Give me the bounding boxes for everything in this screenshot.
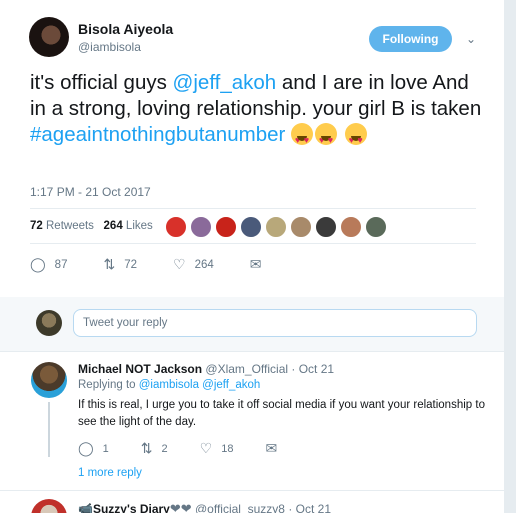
divider xyxy=(30,243,476,244)
author-handle[interactable]: @iambisola xyxy=(78,40,141,54)
replying-to: Replying to @iambisola @jeff_akoh xyxy=(78,379,260,391)
hearts-icon: ❤❤ xyxy=(169,501,192,513)
author-avatar[interactable] xyxy=(29,17,69,57)
like-button[interactable]: ♡ 264 xyxy=(173,256,214,273)
retweet-icon: ⇅ xyxy=(140,440,153,456)
avatar[interactable] xyxy=(315,216,337,238)
avatar[interactable] xyxy=(340,216,362,238)
reply-placeholder: Tweet your reply xyxy=(83,317,168,329)
heart-icon: ♡ xyxy=(173,256,186,272)
tweet-text: it's official guys @jeff_akoh and I are … xyxy=(30,70,485,153)
reply-count: 1 xyxy=(102,442,109,455)
retweets-label[interactable]: Retweets xyxy=(46,220,94,232)
retweet-button[interactable]: ⇅ 2 xyxy=(141,440,168,457)
retweet-button[interactable]: ⇅ 72 xyxy=(103,256,137,273)
message-button[interactable]: ✉ xyxy=(265,440,286,457)
reply-actions: ◯ 1 ⇅ 2 ♡ 18 ✉ xyxy=(78,440,318,457)
avatar[interactable] xyxy=(165,216,187,238)
tweet-text-part: it's official guys xyxy=(30,71,173,94)
reply-icon: ◯ xyxy=(78,440,94,456)
reply-author-avatar[interactable] xyxy=(31,362,67,398)
heart-eyes-emoji-icon xyxy=(315,123,338,153)
current-user-avatar xyxy=(36,310,62,336)
retweet-count: 72 xyxy=(124,258,137,271)
avatar[interactable] xyxy=(190,216,212,238)
divider xyxy=(30,208,476,209)
tweet-timestamp[interactable]: 1:17 PM - 21 Oct 2017 xyxy=(30,185,151,199)
next-reply-meta: @official_suzzy8 · Oct 21 xyxy=(194,502,331,513)
avatar[interactable] xyxy=(240,216,262,238)
engagement-stats: 72 Retweets 264 Likes xyxy=(30,220,153,232)
avatar[interactable] xyxy=(215,216,237,238)
envelope-icon: ✉ xyxy=(265,440,278,456)
retweets-count[interactable]: 72 xyxy=(30,220,43,232)
camera-icon: 📹 xyxy=(78,502,93,513)
chevron-down-icon[interactable]: ⌄ xyxy=(466,32,476,46)
next-reply-author[interactable]: 📹Suzzy's Diary❤❤ @official_suzzy8 · Oct … xyxy=(78,501,331,513)
likes-count[interactable]: 264 xyxy=(104,220,123,232)
like-button[interactable]: ♡ 18 xyxy=(200,440,234,457)
tweet-card: Bisola Aiyeola @iambisola Following ⌄ it… xyxy=(0,0,504,513)
reply-author-name[interactable]: Michael NOT Jackson xyxy=(78,362,202,376)
tweet-actions: ◯ 87 ⇅ 72 ♡ 264 ✉ xyxy=(30,256,306,273)
like-count: 18 xyxy=(221,442,234,455)
avatar[interactable] xyxy=(365,216,387,238)
avatar[interactable] xyxy=(265,216,287,238)
scrollbar-track[interactable] xyxy=(504,0,516,513)
hashtag-link[interactable]: #ageaintnothingbutanumber xyxy=(30,123,285,146)
mention-link[interactable]: @jeff_akoh xyxy=(173,71,277,94)
more-replies-link[interactable]: 1 more reply xyxy=(78,467,142,479)
heart-eyes-emoji-icon xyxy=(291,123,314,153)
reply-input[interactable]: Tweet your reply xyxy=(73,309,477,337)
replying-to-prefix: Replying to xyxy=(78,379,139,391)
likes-label[interactable]: Likes xyxy=(126,220,153,232)
reply-button[interactable]: ◯ 87 xyxy=(30,256,67,273)
reply-button[interactable]: ◯ 1 xyxy=(78,440,109,457)
author-name[interactable]: Bisola Aiyeola xyxy=(78,21,173,37)
message-button[interactable]: ✉ xyxy=(250,256,271,273)
next-reply-author-name[interactable]: Suzzy's Diary xyxy=(93,502,170,513)
reply-text: If this is real, I urge you to take it o… xyxy=(78,399,485,428)
reply-icon: ◯ xyxy=(30,256,46,272)
retweet-count: 2 xyxy=(161,442,168,455)
reply-author-meta: @Xlam_Official · Oct 21 xyxy=(205,362,335,376)
thread-line xyxy=(48,402,50,457)
like-count: 264 xyxy=(194,258,214,271)
reply-author[interactable]: Michael NOT Jackson @Xlam_Official · Oct… xyxy=(78,362,334,376)
liker-avatars xyxy=(165,216,390,238)
retweet-icon: ⇅ xyxy=(103,256,116,272)
envelope-icon: ✉ xyxy=(249,256,262,272)
heart-icon: ♡ xyxy=(199,440,213,456)
reply-count: 87 xyxy=(54,258,68,271)
replying-to-links[interactable]: @iambisola @jeff_akoh xyxy=(139,379,261,391)
heart-eyes-emoji-icon xyxy=(344,123,367,153)
following-button[interactable]: Following xyxy=(369,26,452,52)
avatar[interactable] xyxy=(290,216,312,238)
